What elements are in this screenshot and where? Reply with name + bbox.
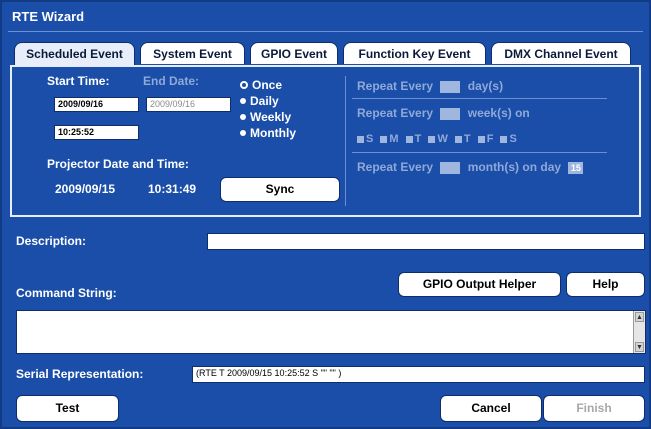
weekday-label: F <box>486 133 494 145</box>
cancel-button[interactable]: Cancel <box>440 395 542 422</box>
repeat-months-row: Repeat Every month(s) on day 15 <box>357 160 584 174</box>
command-string-textarea[interactable] <box>16 310 646 354</box>
weekday-label: S <box>509 133 517 145</box>
sync-button[interactable]: Sync <box>220 177 340 202</box>
radio-daily[interactable]: Daily <box>240 94 279 108</box>
radio-dot-icon <box>240 113 246 120</box>
repeat-weeks-suffix: week(s) on <box>467 106 530 120</box>
description-label: Description: <box>16 234 87 248</box>
panel-divider <box>345 76 346 206</box>
repeat-months-input[interactable] <box>440 161 461 174</box>
weekday-label: W <box>437 133 448 145</box>
repeat-days-row: Repeat Every day(s) <box>357 79 503 93</box>
weekday-label: M <box>389 133 399 145</box>
weekday-checkboxes: S M T W T F S <box>353 133 517 145</box>
serial-representation-field: (RTE T 2009/09/15 10:25:52 S "" "" ) <box>192 366 645 383</box>
repeat-months-suffix: month(s) on day <box>467 160 562 174</box>
repeat-weeks-prefix: Repeat Every <box>357 106 434 120</box>
start-date-field[interactable]: 2009/09/16 <box>54 97 139 112</box>
checkbox-sunday[interactable] <box>357 135 364 143</box>
radio-weekly[interactable]: Weekly <box>240 110 291 124</box>
command-string-label: Command String: <box>16 286 117 300</box>
end-date-label: End Date: <box>143 74 200 88</box>
checkbox-saturday[interactable] <box>500 135 508 143</box>
repeat-days-suffix: day(s) <box>467 79 504 93</box>
radio-weekly-label: Weekly <box>250 110 292 124</box>
divider <box>352 98 607 99</box>
test-button[interactable]: Test <box>16 395 119 422</box>
tab-dmx-channel-event[interactable]: DMX Channel Event <box>491 42 631 64</box>
repeat-days-prefix: Repeat Every <box>357 79 434 93</box>
gpio-output-helper-button[interactable]: GPIO Output Helper <box>398 272 561 297</box>
repeat-months-day-input[interactable]: 15 <box>568 161 584 174</box>
repeat-months-prefix: Repeat Every <box>357 160 434 174</box>
weekday-label: T <box>463 133 471 145</box>
start-time-field[interactable]: 10:25:52 <box>54 125 139 140</box>
weekday-label: S <box>366 133 374 145</box>
radio-monthly[interactable]: Monthly <box>240 126 296 140</box>
tab-system-event[interactable]: System Event <box>140 42 245 64</box>
command-scrollbar[interactable]: ▲ ▼ <box>633 311 645 353</box>
weekday-label: T <box>414 133 422 145</box>
checkbox-friday[interactable] <box>477 135 485 143</box>
projector-time: 10:31:49 <box>148 182 197 196</box>
radio-dot-icon <box>240 97 246 104</box>
radio-monthly-label: Monthly <box>250 126 296 140</box>
checkbox-thursday[interactable] <box>454 135 462 143</box>
description-input[interactable] <box>207 233 645 250</box>
checkbox-monday[interactable] <box>380 135 388 143</box>
start-time-label: Start Time: <box>47 74 110 88</box>
finish-button[interactable]: Finish <box>543 395 645 422</box>
projector-datetime-label: Projector Date and Time: <box>47 157 189 171</box>
radio-dot-icon <box>240 129 246 136</box>
scroll-down-icon[interactable]: ▼ <box>635 342 644 352</box>
projector-date: 2009/09/15 <box>55 182 116 196</box>
checkbox-tuesday[interactable] <box>405 135 413 143</box>
end-date-field[interactable]: 2009/09/16 <box>146 97 231 112</box>
radio-once[interactable]: Once <box>240 78 282 92</box>
tab-gpio-event[interactable]: GPIO Event <box>250 42 338 64</box>
tab-scheduled-event[interactable]: Scheduled Event <box>14 42 135 66</box>
help-button[interactable]: Help <box>566 272 645 297</box>
serial-representation-label: Serial Representation: <box>16 367 144 381</box>
rte-wizard-window: RTE Wizard Scheduled Event System Event … <box>0 0 651 429</box>
window-title: RTE Wizard <box>2 2 649 32</box>
divider <box>352 152 607 153</box>
scroll-up-icon[interactable]: ▲ <box>635 312 644 322</box>
repeat-days-input[interactable] <box>440 80 461 93</box>
radio-once-label: Once <box>252 78 283 92</box>
repeat-weeks-input[interactable] <box>440 107 461 120</box>
checkbox-wednesday[interactable] <box>428 135 436 143</box>
repeat-weeks-row: Repeat Every week(s) on <box>357 106 530 120</box>
radio-selected-icon <box>240 80 248 89</box>
tab-function-key-event[interactable]: Function Key Event <box>343 42 486 64</box>
radio-daily-label: Daily <box>250 94 279 108</box>
